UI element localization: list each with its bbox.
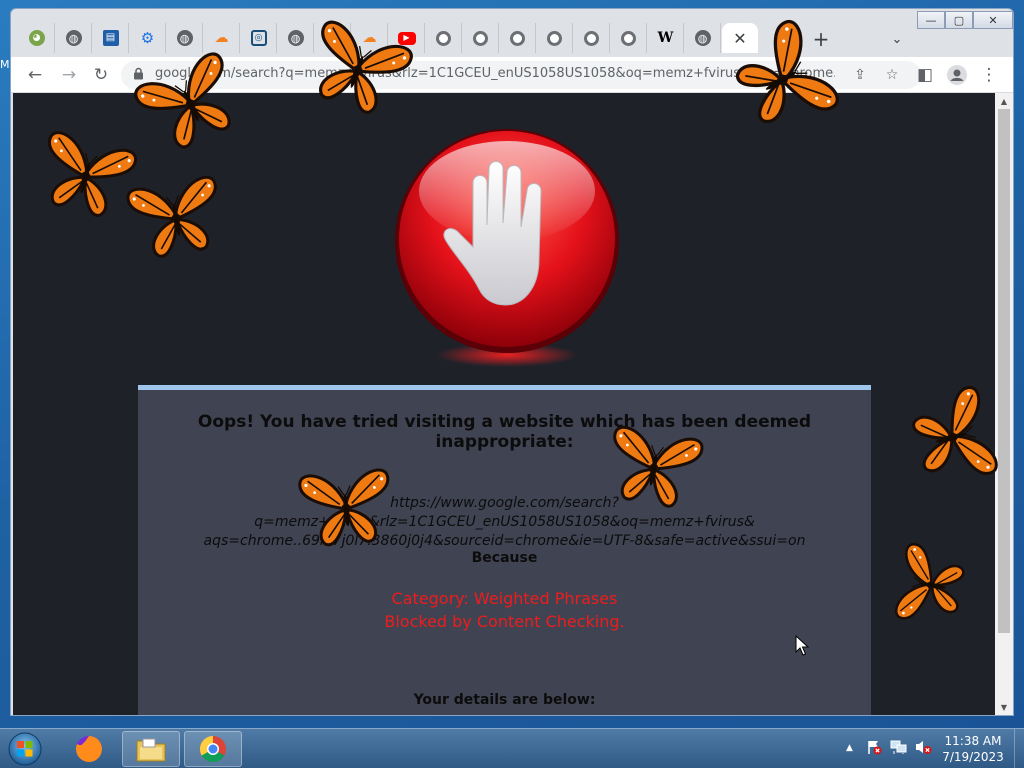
chrome-menu-button[interactable]: ⋮ <box>975 61 1003 89</box>
browser-tab[interactable] <box>574 23 610 53</box>
clock-time: 11:38 AM <box>944 734 1002 748</box>
chrome-icon <box>473 30 488 46</box>
system-clock[interactable]: 11:38 AM 7/19/2023 <box>938 733 1008 765</box>
close-window-button[interactable]: ✕ <box>973 11 1013 29</box>
globe-icon: ◍ <box>694 30 711 46</box>
browser-tab[interactable] <box>500 23 536 53</box>
blocked-url-text: https://www.google.com/search?q=memz+fvi… <box>203 495 806 549</box>
show-desktop-button[interactable] <box>1014 729 1024 768</box>
forward-button[interactable]: → <box>55 61 83 89</box>
block-message-panel: Oops! You have tried visiting a website … <box>138 385 871 715</box>
butterfly-icon <box>613 425 704 508</box>
globe-icon: ◍ <box>65 30 82 46</box>
chrome-icon <box>436 30 451 46</box>
scroll-up-arrow[interactable]: ▲ <box>995 93 1013 109</box>
scroll-thumb[interactable] <box>998 109 1010 633</box>
chrome-icon <box>510 30 525 46</box>
browser-tab[interactable]: ◕ <box>19 23 55 53</box>
clock-date: 7/19/2023 <box>942 750 1004 764</box>
reload-button[interactable]: ↻ <box>87 61 115 89</box>
block-category-text: Category: Weighted Phrases <box>391 589 618 608</box>
globe-icon: ◍ <box>176 30 193 46</box>
wikipedia-icon: W <box>657 30 674 46</box>
bookmark-star-icon[interactable]: ☆ <box>881 65 903 85</box>
taskbar: ▲ 11:38 AM 7/19/2023 <box>0 728 1024 768</box>
taskbar-chrome[interactable] <box>184 731 242 767</box>
chrome-icon <box>621 30 636 46</box>
browser-tab[interactable] <box>537 23 573 53</box>
action-center-icon[interactable] <box>866 739 882 759</box>
browser-tab[interactable]: ◍ <box>56 23 92 53</box>
volume-muted-icon[interactable] <box>914 739 932 759</box>
taskbar-firefox[interactable] <box>60 731 118 767</box>
network-icon[interactable] <box>890 739 908 759</box>
gear-icon: ⚙ <box>140 28 155 47</box>
block-reason-text: Blocked by Content Checking. <box>384 612 625 631</box>
profile-avatar[interactable] <box>943 61 971 89</box>
maximize-button[interactable]: ▢ <box>945 11 973 29</box>
butterfly-icon <box>895 542 965 620</box>
firefox-icon <box>76 736 102 762</box>
scroll-down-arrow[interactable]: ▼ <box>995 699 1013 715</box>
browser-tab[interactable] <box>426 23 462 53</box>
mouse-cursor-icon <box>795 635 809 656</box>
mascot-icon: ◕ <box>28 30 45 46</box>
browser-tab[interactable]: ◍ <box>685 23 721 53</box>
details-heading: Your details are below: <box>413 692 596 708</box>
minimize-button[interactable]: — <box>917 11 945 29</box>
browser-tab[interactable]: W <box>648 23 684 53</box>
page-title: Oops! You have tried visiting a website … <box>197 412 812 452</box>
because-label: Because <box>471 550 538 566</box>
chrome-icon <box>584 30 599 46</box>
page-scrollbar[interactable]: ▲ ▼ <box>995 93 1013 715</box>
tab-search-button[interactable]: ⌄ <box>883 25 911 53</box>
share-icon[interactable]: ⇪ <box>849 65 871 85</box>
chart-icon: ▤ <box>102 30 119 46</box>
butterfly-icon <box>126 175 217 258</box>
browser-tab[interactable]: ◎ <box>241 23 277 53</box>
desktop-icon-label: M <box>0 58 10 71</box>
taskbar-explorer[interactable] <box>122 731 180 767</box>
tab-strip: ◕◍▤⚙◍☁◎◍☁☁▶W◍✕ <box>11 9 1013 57</box>
browser-tab[interactable] <box>611 23 647 53</box>
back-button[interactable]: ← <box>21 61 49 89</box>
browser-tab[interactable] <box>463 23 499 53</box>
browser-tab[interactable]: ▤ <box>93 23 129 53</box>
stop-hand-icon <box>395 129 619 367</box>
globe-icon: ◍ <box>287 30 304 46</box>
butterfly-icon <box>298 468 390 547</box>
target-icon: ◎ <box>250 30 267 46</box>
start-button[interactable] <box>6 731 44 767</box>
chrome-icon <box>547 30 562 46</box>
chrome-icon <box>199 735 226 763</box>
tray-expand-button[interactable]: ▲ <box>846 743 853 753</box>
folder-icon <box>136 738 166 762</box>
side-panel-icon[interactable]: ◧ <box>911 61 939 89</box>
browser-tab[interactable]: ⚙ <box>130 23 166 53</box>
